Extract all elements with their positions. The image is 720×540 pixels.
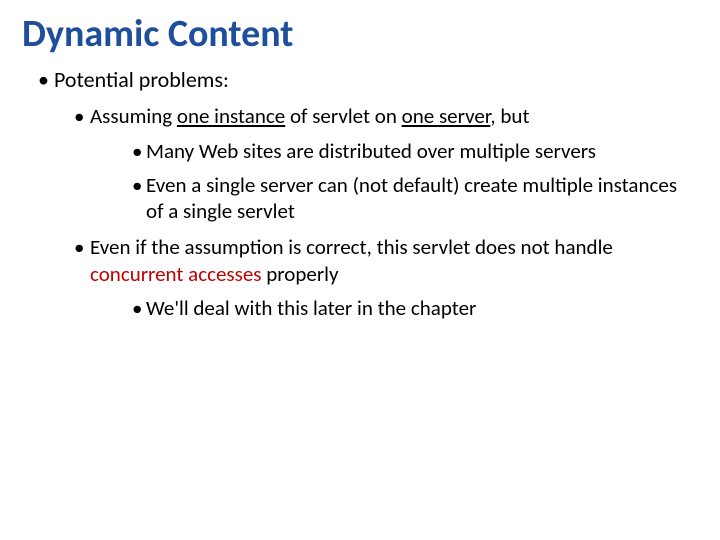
- list-item: Many Web sites are distributed over mult…: [90, 138, 690, 164]
- list-item: Assuming one instance of servlet on one …: [54, 103, 690, 224]
- text: We'll deal with this later in the chapte…: [146, 295, 476, 321]
- text: Assuming: [90, 103, 177, 129]
- text: properly: [262, 261, 339, 287]
- bullet-list: We'll deal with this later in the chapte…: [90, 295, 690, 321]
- bullet-list: Potential problems: Assuming one instanc…: [22, 66, 690, 321]
- text: Even a single server can (not default) c…: [146, 172, 677, 224]
- list-item: Even if the assumption is correct, this …: [54, 234, 690, 321]
- text: Potential problems:: [54, 66, 229, 93]
- slide: Dynamic Content Potential problems: Assu…: [0, 0, 720, 540]
- text: Many Web sites are distributed over mult…: [146, 138, 596, 164]
- highlighted-text: concurrent accesses: [90, 261, 262, 287]
- bullet-list: Many Web sites are distributed over mult…: [90, 138, 690, 225]
- list-item: Even a single server can (not default) c…: [90, 172, 690, 225]
- bullet-list: Assuming one instance of servlet on one …: [54, 103, 690, 321]
- list-item: We'll deal with this later in the chapte…: [90, 295, 690, 321]
- underlined-text: one server: [402, 103, 491, 129]
- underlined-text: one instance: [177, 103, 285, 129]
- page-title: Dynamic Content: [22, 14, 690, 56]
- text: of servlet on: [285, 103, 401, 129]
- text: Even if the assumption is correct, this …: [90, 234, 613, 260]
- list-item: Potential problems: Assuming one instanc…: [38, 66, 690, 321]
- text: , but: [490, 103, 529, 129]
